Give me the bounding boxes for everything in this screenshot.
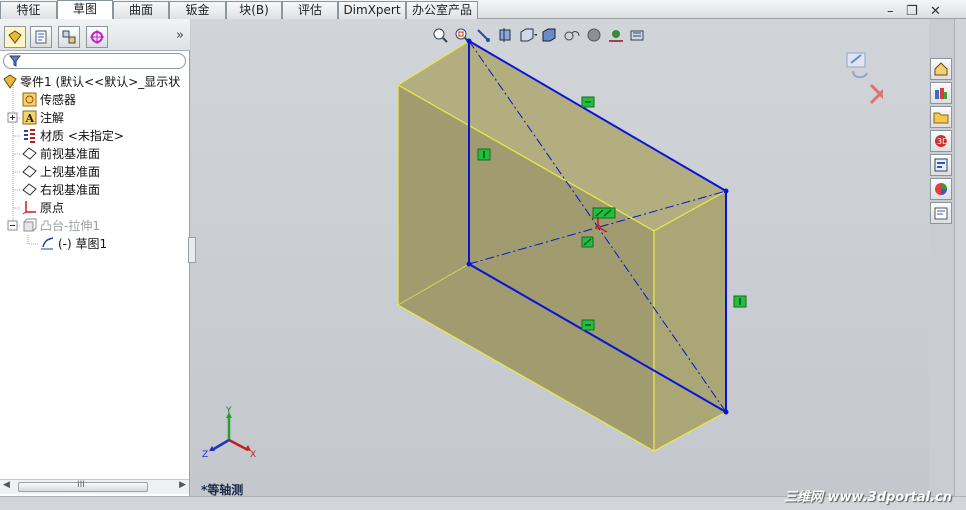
restore-icon[interactable]: ❐ [906, 4, 918, 19]
tree-filter-field[interactable] [3, 53, 186, 69]
midpoint-relation-icon [581, 236, 594, 248]
scroll-right-icon[interactable]: ▶ [179, 480, 186, 490]
design-library-tab[interactable] [930, 82, 952, 104]
plane-icon [22, 182, 37, 197]
minimize-icon[interactable]: – [887, 4, 894, 19]
plane-icon [22, 164, 37, 179]
tab-evaluate[interactable]: 评估 [282, 1, 338, 19]
tree-item-annotations[interactable]: A 注解 [22, 109, 64, 127]
tree-item-right-plane[interactable]: 右视基准面 [22, 181, 100, 199]
property-manager-tab[interactable] [30, 26, 52, 48]
tree-item-origin[interactable]: 原点 [22, 199, 64, 217]
tree-item-material[interactable]: 材质 <未指定> [22, 127, 124, 145]
extrude-body [396, 40, 728, 453]
sensor-icon [22, 92, 37, 107]
custom-properties-tab[interactable] [930, 202, 952, 224]
tree-item-boss-extrude[interactable]: 凸台-拉伸1 [22, 217, 100, 235]
annotation-icon: A [22, 110, 37, 125]
watermark: 三维网 www.3dportal.cn [783, 490, 952, 505]
more-chevron-icon[interactable]: » [176, 28, 184, 43]
library-icon [935, 88, 947, 99]
home-icon [934, 62, 948, 76]
view-palette-icon [934, 158, 948, 172]
tab-surfaces[interactable]: 曲面 [113, 1, 169, 19]
extrude-icon [22, 218, 37, 233]
scroll-left-icon[interactable]: ◀ [3, 480, 10, 490]
part-icon [2, 74, 17, 89]
dimxpert-manager-tab[interactable] [86, 26, 108, 48]
scroll-grip: III [77, 480, 85, 490]
custom-properties-icon [934, 207, 948, 220]
vertical-relation-icon [733, 295, 747, 308]
property-icon [35, 30, 47, 44]
axis-y-label: Y [225, 406, 232, 416]
model-geometry: Y X Z [202, 38, 747, 460]
svg-text:3D: 3D [937, 137, 948, 146]
axis-z-label: Z [202, 450, 208, 460]
feature-manager-tab[interactable] [4, 26, 26, 48]
plane-icon [22, 146, 37, 161]
tree-root-part[interactable]: 零件1 (默认<<默认>_显示状 [2, 73, 180, 91]
origin-icon [22, 200, 37, 215]
close-icon[interactable]: ✕ [930, 4, 941, 19]
scroll-thumb[interactable]: III [18, 480, 148, 492]
command-manager-tabs: 特征 草图 曲面 钣金 块(B) 评估 DimXpert 办公室产品 – ❐ ✕ [0, 0, 966, 19]
filter-icon [9, 55, 21, 67]
graphics-area[interactable]: Y X Z *等轴测 [188, 19, 929, 497]
horizontal-relation-icon [581, 96, 595, 108]
tree-item-top-plane[interactable]: 上视基准面 [22, 163, 100, 181]
vertical-relation-icon [477, 148, 491, 161]
search-3d-content-tab[interactable]: 3D [930, 130, 952, 152]
panel-toolbar: » [0, 19, 190, 51]
panel-collapse-handle[interactable] [188, 237, 196, 263]
crosshair-icon [90, 30, 104, 44]
tree-item-front-plane[interactable]: 前视基准面 [22, 145, 100, 163]
feature-tree-icon [8, 30, 22, 44]
configuration-icon [62, 30, 76, 44]
tree-horizontal-scrollbar[interactable]: ◀ III ▶ [0, 479, 189, 494]
folder-icon [933, 112, 949, 124]
tab-sketch[interactable]: 草图 [57, 0, 113, 19]
tab-office-products[interactable]: 办公室产品 [406, 1, 478, 19]
solidworks-resources-tab[interactable] [930, 58, 952, 80]
configuration-manager-tab[interactable] [58, 26, 80, 48]
tab-dimxpert[interactable]: DimXpert [338, 1, 406, 19]
tree-item-sketch1[interactable]: (-) 草图1 [40, 235, 107, 253]
sketch-icon [40, 236, 55, 251]
tab-blocks[interactable]: 块(B) [226, 1, 282, 19]
file-explorer-tab[interactable] [930, 106, 952, 128]
appearances-tab[interactable] [930, 178, 952, 200]
3d-content-icon: 3D [935, 135, 948, 147]
axis-triad: Y X Z [202, 406, 256, 460]
feature-manager-panel: » 零件1 (默认<<默认>_显示状 传感器 A 注解 材质 <未指定> 前视基准… [0, 19, 190, 496]
tab-features[interactable]: 特征 [0, 1, 57, 19]
coincident-relation-icon [592, 207, 616, 219]
task-pane-strip [954, 19, 966, 496]
horizontal-relation-icon [581, 319, 595, 331]
view-palette-tab[interactable] [930, 154, 952, 176]
appearance-sphere-icon [935, 183, 947, 195]
tab-sheet-metal[interactable]: 钣金 [169, 1, 226, 19]
task-pane-tabs: 3D [930, 58, 954, 226]
axis-x-label: X [250, 450, 256, 460]
svg-text:A: A [25, 112, 35, 125]
tree-item-sensors[interactable]: 传感器 [22, 91, 76, 109]
material-icon [22, 128, 37, 143]
